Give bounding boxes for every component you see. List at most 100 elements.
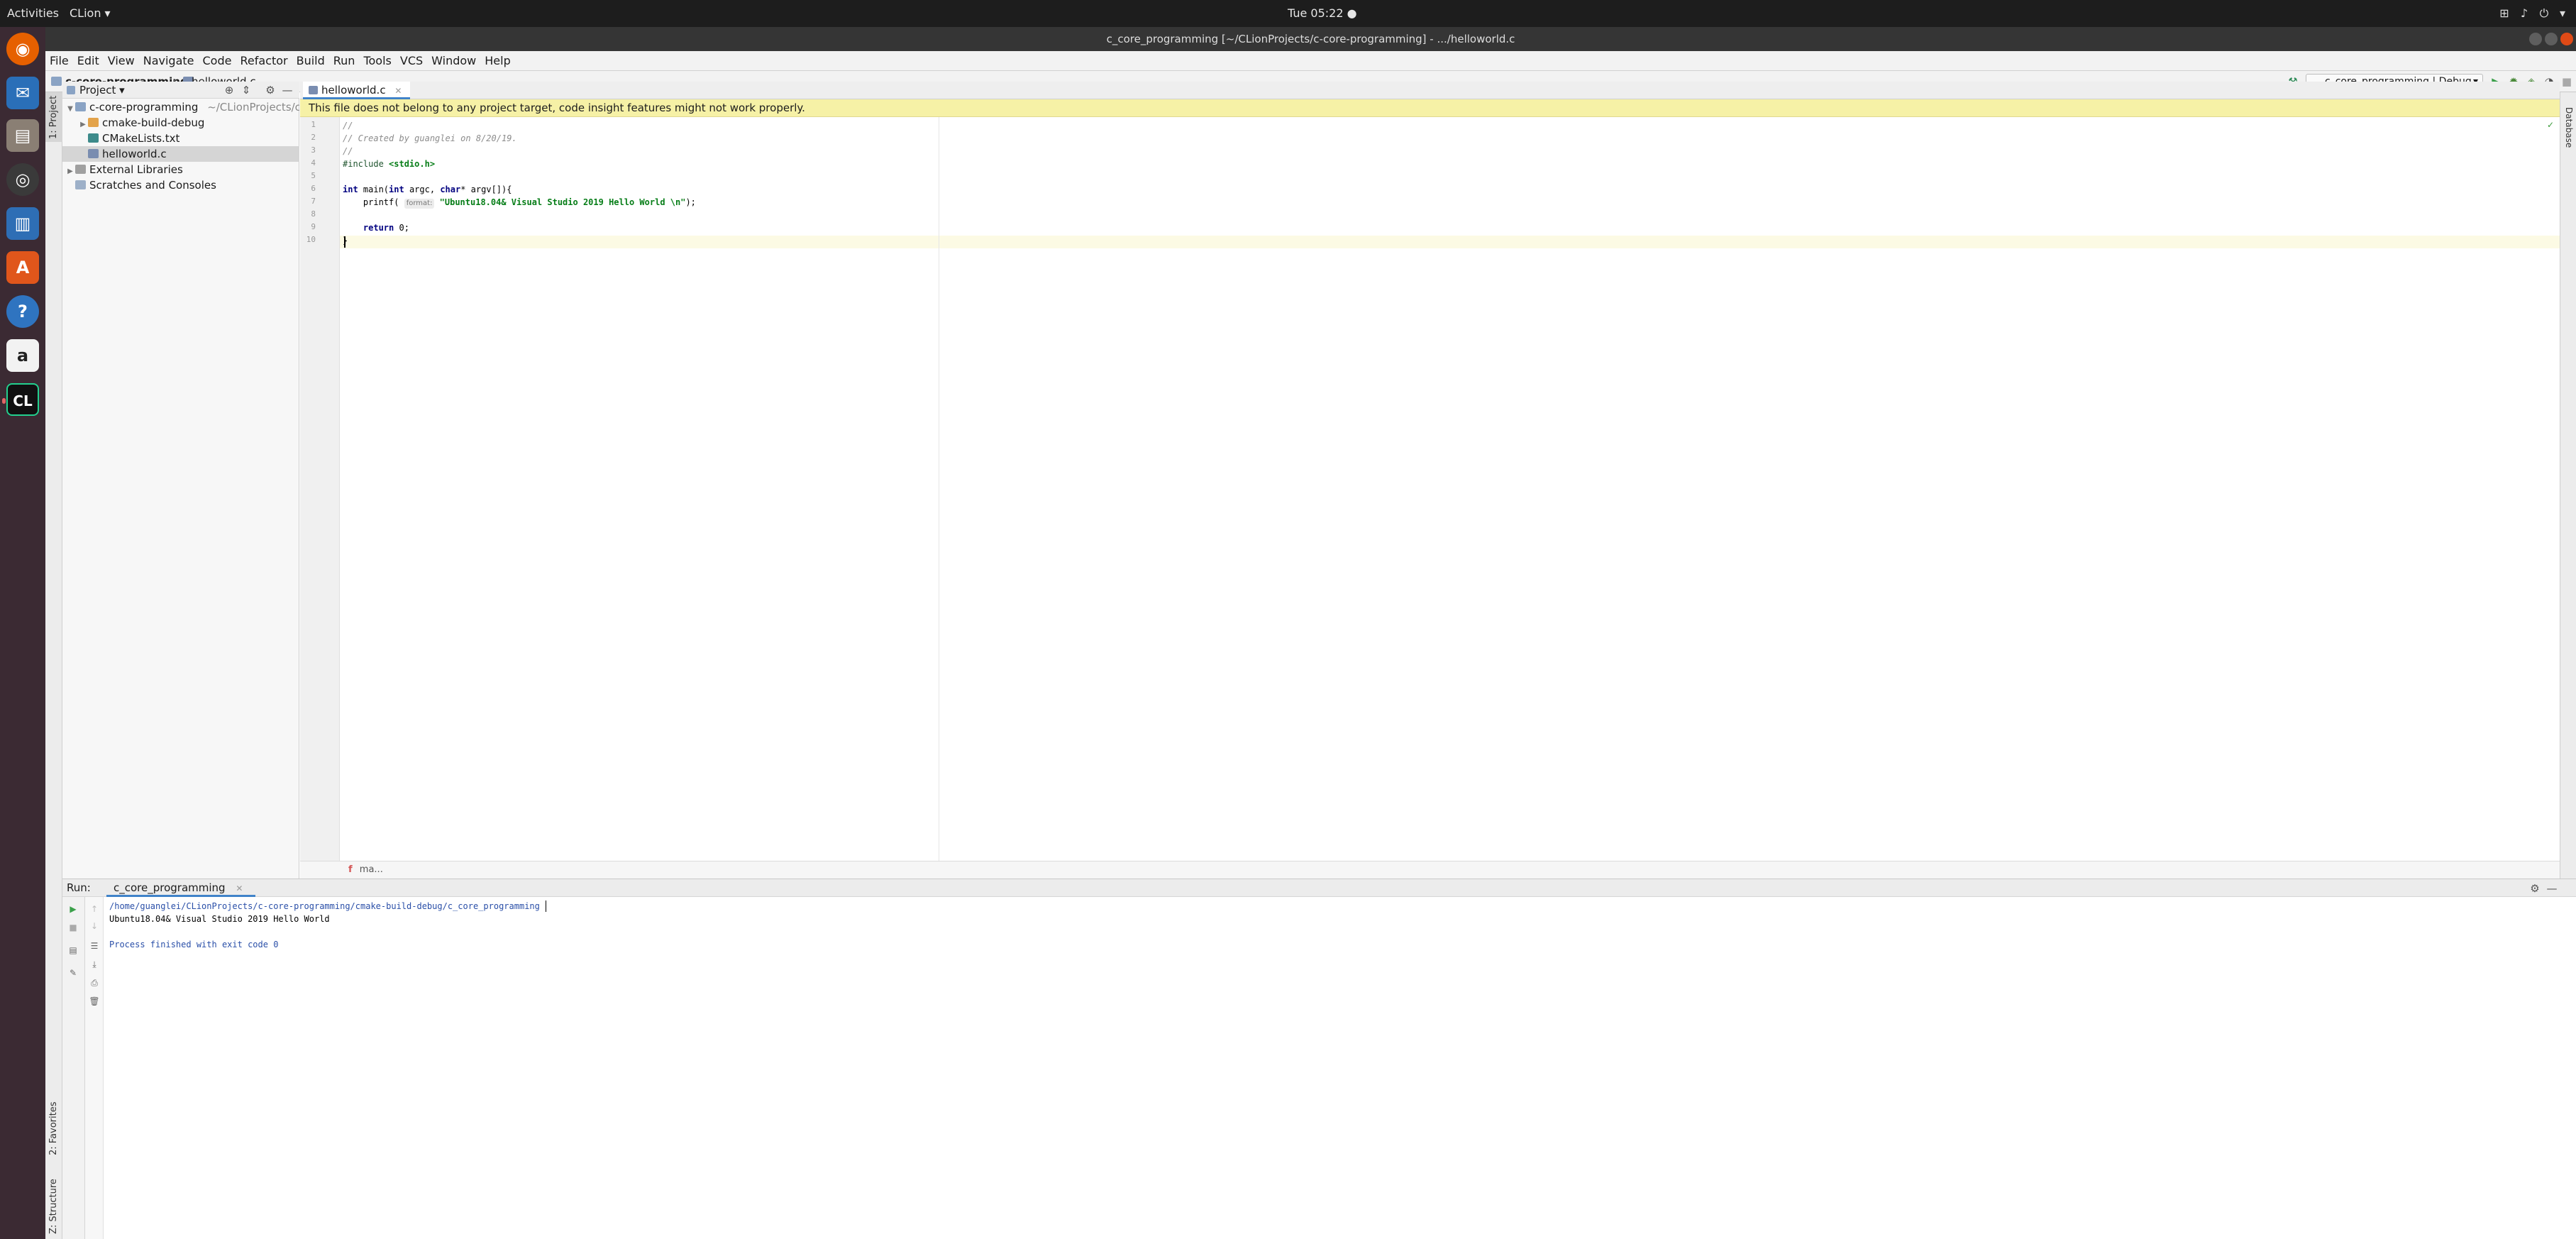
editor-tab-bar: helloworld.c ✕: [300, 82, 2560, 99]
menu-help[interactable]: Help: [480, 51, 514, 71]
editor-gutter: 1 2 3 4 5 6 7 8 9 10: [300, 117, 340, 861]
gear-icon[interactable]: ⚙: [264, 84, 277, 97]
left-tool-stripe: 1: Project 2: Favorites Z: Structure: [45, 92, 62, 1239]
maximize-button[interactable]: [2545, 33, 2558, 45]
soft-wrap-icon[interactable]: ☰: [88, 940, 101, 952]
stop-icon[interactable]: ■: [2560, 75, 2573, 88]
volume-icon[interactable]: ♪: [2517, 6, 2531, 21]
dock: ◉ ✉ ▤ ◎ ▥ A ? a CL: [0, 27, 45, 1239]
scroll-to-end-icon[interactable]: ⤓: [88, 958, 101, 971]
project-view-selector[interactable]: Project ▾: [79, 82, 125, 99]
collapsed-arrow-icon[interactable]: ▶: [78, 117, 88, 131]
menu-code[interactable]: Code: [199, 51, 236, 71]
rerun-icon[interactable]: ▶: [67, 903, 79, 915]
files-icon[interactable]: ▤: [6, 119, 39, 152]
caret-row-highlight: [340, 236, 2560, 248]
menu-edit[interactable]: Edit: [73, 51, 104, 71]
power-icon[interactable]: ⏻: [2537, 6, 2551, 21]
trash-icon[interactable]: 🗑: [88, 995, 101, 1008]
tree-item-path: ~/CLionProjects/c-cor: [207, 101, 299, 114]
menu-vcs[interactable]: VCS: [396, 51, 427, 71]
tree-item-project-root[interactable]: ▼ c-core-programming ~/CLionProjects/c-co…: [62, 99, 299, 115]
tree-item-label: helloworld.c: [102, 148, 167, 160]
help-icon[interactable]: ?: [6, 295, 39, 328]
software-center-icon[interactable]: A: [6, 251, 39, 284]
tree-item-scratches[interactable]: Scratches and Consoles: [62, 177, 299, 193]
network-icon[interactable]: ⊞: [2497, 6, 2511, 21]
line-number: 6: [311, 184, 316, 193]
line-number: 8: [311, 209, 316, 219]
project-tool-window: Project ▾ ⊕ ⇕ ⚙ — ▼ c-core-programming ~/…: [62, 82, 299, 879]
code-line-2: // Created by guanglei on 8/20/19.: [343, 133, 517, 143]
console-toolbar: ↑ ↓ ☰ ⤓ ⎙ 🗑: [85, 897, 104, 1239]
rhythmbox-icon[interactable]: ◎: [6, 163, 39, 196]
run-tab-label: c_core_programming: [114, 881, 226, 894]
arrow-up-icon[interactable]: ↑: [88, 903, 101, 915]
menu-file[interactable]: File: [45, 51, 73, 71]
tree-item-external-libraries[interactable]: ▶ External Libraries: [62, 162, 299, 177]
stop-icon[interactable]: ■: [67, 921, 79, 934]
thunderbird-icon[interactable]: ✉: [6, 77, 39, 109]
firefox-icon[interactable]: ◉: [6, 33, 39, 65]
menu-bar: File Edit View Navigate Code Refactor Build Run…: [45, 51, 2576, 71]
clock[interactable]: Tue 05:22 ●: [1288, 0, 1357, 27]
amazon-icon[interactable]: a: [6, 339, 39, 372]
line-number: 7: [311, 197, 316, 206]
gnome-top-bar: Activities CLion ▾ Tue 05:22 ● ⊞ ♪ ⏻ ▾: [0, 0, 2576, 27]
collapsed-arrow-icon[interactable]: ▶: [65, 164, 75, 177]
minimize-button[interactable]: [2529, 33, 2542, 45]
print-icon[interactable]: ⎙: [88, 976, 101, 989]
tree-item-label: c-core-programming: [89, 101, 199, 114]
chevron-down-icon[interactable]: ▾: [2555, 6, 2570, 21]
library-icon: [75, 165, 86, 174]
menu-tools[interactable]: Tools: [359, 51, 395, 71]
run-tab[interactable]: c_core_programming ✕: [106, 879, 256, 897]
tree-item-label: External Libraries: [89, 163, 183, 176]
close-tab-icon[interactable]: ✕: [394, 86, 402, 96]
clion-icon[interactable]: CL: [2, 383, 39, 416]
menu-run[interactable]: Run: [329, 51, 360, 71]
close-button[interactable]: [2560, 33, 2573, 45]
project-tool-tab[interactable]: 1: Project: [45, 92, 62, 142]
activities-button[interactable]: Activities: [7, 0, 59, 27]
warning-banner: This file does not belong to any project…: [300, 99, 2560, 117]
project-view-icon: [67, 86, 75, 94]
app-menu[interactable]: CLion ▾: [70, 0, 111, 27]
console-line: Ubuntu18.04& Visual Studio 2019 Hello Wo…: [109, 914, 330, 924]
code-editor[interactable]: // // Created by guanglei on 8/20/19. //…: [340, 117, 2560, 861]
expanded-arrow-icon[interactable]: ▼: [65, 101, 75, 115]
menu-view[interactable]: View: [104, 51, 139, 71]
pin-icon[interactable]: ✎: [67, 967, 79, 979]
breadcrumb-function[interactable]: ma...: [360, 864, 383, 875]
database-tool-tab[interactable]: Database: [2560, 99, 2576, 156]
menu-refactor[interactable]: Refactor: [236, 51, 292, 71]
gear-icon[interactable]: ⚙: [2528, 882, 2541, 895]
inspection-ok-icon[interactable]: ✓: [2547, 120, 2554, 130]
menu-navigate[interactable]: Navigate: [139, 51, 199, 71]
cmake-file-icon: [88, 133, 99, 143]
arrow-down-icon[interactable]: ↓: [88, 920, 101, 932]
menu-build[interactable]: Build: [292, 51, 329, 71]
run-panel-header: Run: c_core_programming ✕ ⚙ —: [62, 879, 2576, 897]
c-file-icon: [88, 149, 99, 158]
c-file-icon: [309, 86, 318, 94]
structure-tool-tab[interactable]: Z: Structure: [45, 1178, 62, 1235]
tree-item-cmakelists[interactable]: CMakeLists.txt: [62, 131, 299, 146]
editor-breadcrumb[interactable]: f ma...: [300, 861, 2560, 879]
menu-window[interactable]: Window: [427, 51, 480, 71]
hide-icon[interactable]: —: [2545, 882, 2558, 895]
favorites-tool-tab[interactable]: 2: Favorites: [45, 1100, 62, 1157]
run-console[interactable]: /home/guanglei/CLionProjects/c-core-prog…: [104, 897, 2576, 1239]
code-line-7: printf( format: "Ubuntu18.04& Visual Stu…: [343, 197, 696, 209]
close-tab-icon[interactable]: ✕: [236, 883, 243, 893]
line-number: 2: [311, 133, 316, 142]
editor-tab-helloworld[interactable]: helloworld.c ✕: [303, 82, 411, 99]
tree-item-cmake-build-debug[interactable]: ▶ cmake-build-debug: [62, 115, 299, 131]
collapse-all-icon[interactable]: ⇕: [240, 84, 253, 97]
writer-icon[interactable]: ▥: [6, 207, 39, 240]
parameter-hint: format:: [404, 199, 435, 209]
layout-icon[interactable]: ▤: [67, 944, 79, 957]
hide-icon[interactable]: —: [281, 84, 294, 97]
tree-item-helloworld[interactable]: helloworld.c: [62, 146, 299, 162]
locate-icon[interactable]: ⊕: [223, 84, 236, 97]
